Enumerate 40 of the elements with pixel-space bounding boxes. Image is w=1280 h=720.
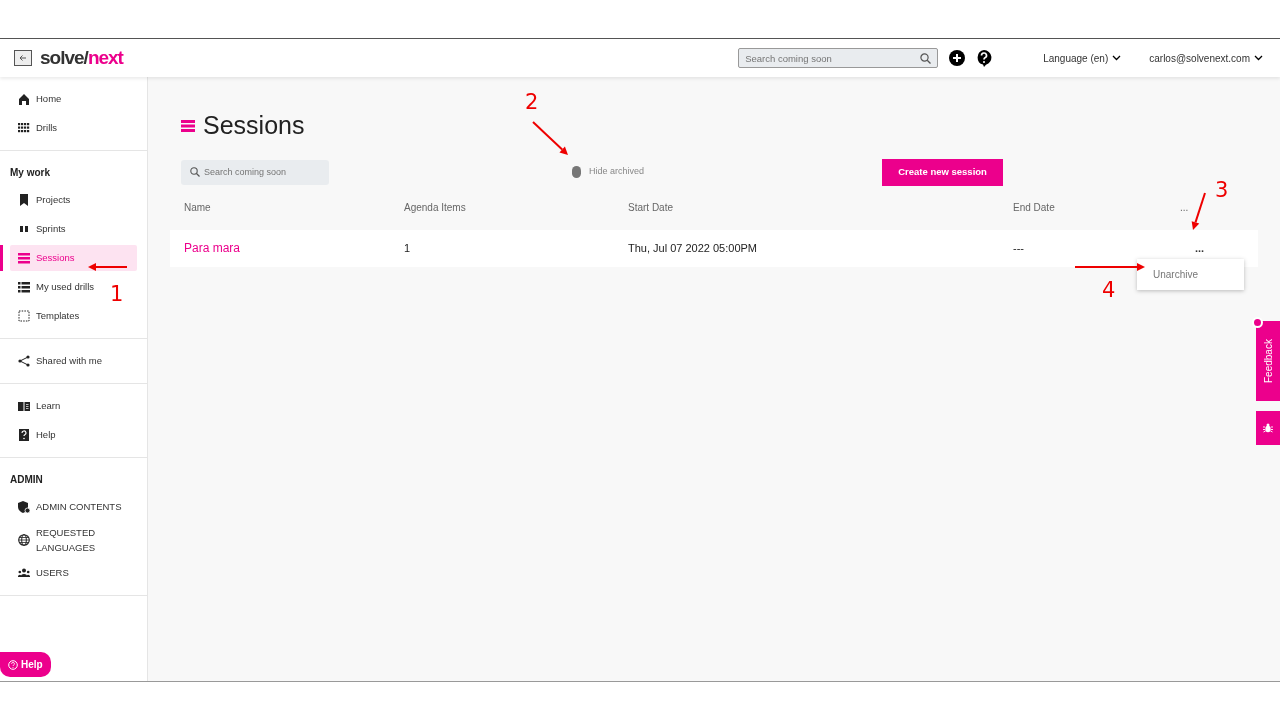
search-field[interactable]: Search coming soon xyxy=(738,48,939,68)
annotation-number: 1 xyxy=(110,284,124,305)
sidebar-item[interactable]: ADMIN CONTENTS xyxy=(10,494,130,520)
sidebar-item[interactable]: Home xyxy=(10,86,70,112)
help-button[interactable]: Help xyxy=(0,652,51,677)
annotation-number: 4 xyxy=(1102,280,1116,301)
logo: solve/next xyxy=(40,45,123,70)
menu-item[interactable]: Unarchive xyxy=(1137,258,1244,290)
table-cell-text: --- xyxy=(1013,240,1025,256)
column-header: Name xyxy=(184,201,212,215)
page-title: Sessions xyxy=(203,110,305,141)
sidebar-item[interactable]: My used drills xyxy=(10,274,103,300)
language-dropdown[interactable]: Language (en) xyxy=(1042,49,1123,67)
toggle-label: Hide archived xyxy=(589,165,645,179)
sidebar-item[interactable]: Templates xyxy=(10,303,88,329)
column-header: Start Date xyxy=(628,201,675,215)
annotation-number: 2 xyxy=(525,92,539,113)
row-menu-button[interactable]: ... xyxy=(1194,241,1206,255)
sidebar-item[interactable]: Help xyxy=(10,422,64,448)
search-field[interactable]: Search coming soon xyxy=(181,159,329,185)
user-menu[interactable]: carlos@solvenext.com xyxy=(1148,49,1264,67)
sidebar-item[interactable]: Learn xyxy=(10,393,69,419)
create-session-button[interactable]: Create new session xyxy=(882,158,1004,186)
sidebar-item[interactable]: Sprints xyxy=(10,216,74,242)
column-header: Agenda Items xyxy=(404,201,467,215)
section-heading: My work xyxy=(10,166,51,180)
table-cell-text: 1 xyxy=(404,240,412,256)
sidebar-item[interactable]: USERS xyxy=(10,560,77,586)
table-cell-text: Thu, Jul 07 2022 05:00PM xyxy=(628,240,759,256)
sidebar-item[interactable]: Drills xyxy=(10,115,66,141)
section-heading: ADMIN xyxy=(10,473,44,487)
sidebar-item[interactable]: Shared with me xyxy=(10,348,110,374)
column-header: End Date xyxy=(1013,201,1056,215)
column-header: ... xyxy=(1180,201,1190,215)
sidebar-item[interactable]: Sessions xyxy=(10,245,137,271)
sidebar-item[interactable]: Projects xyxy=(10,187,79,213)
session-link[interactable]: Para mara xyxy=(184,239,404,257)
sidebar-item[interactable]: REQUESTED LANGUAGES xyxy=(10,523,104,557)
annotation-number: 3 xyxy=(1215,180,1229,201)
feedback-tab[interactable]: Feedback xyxy=(1256,321,1280,401)
